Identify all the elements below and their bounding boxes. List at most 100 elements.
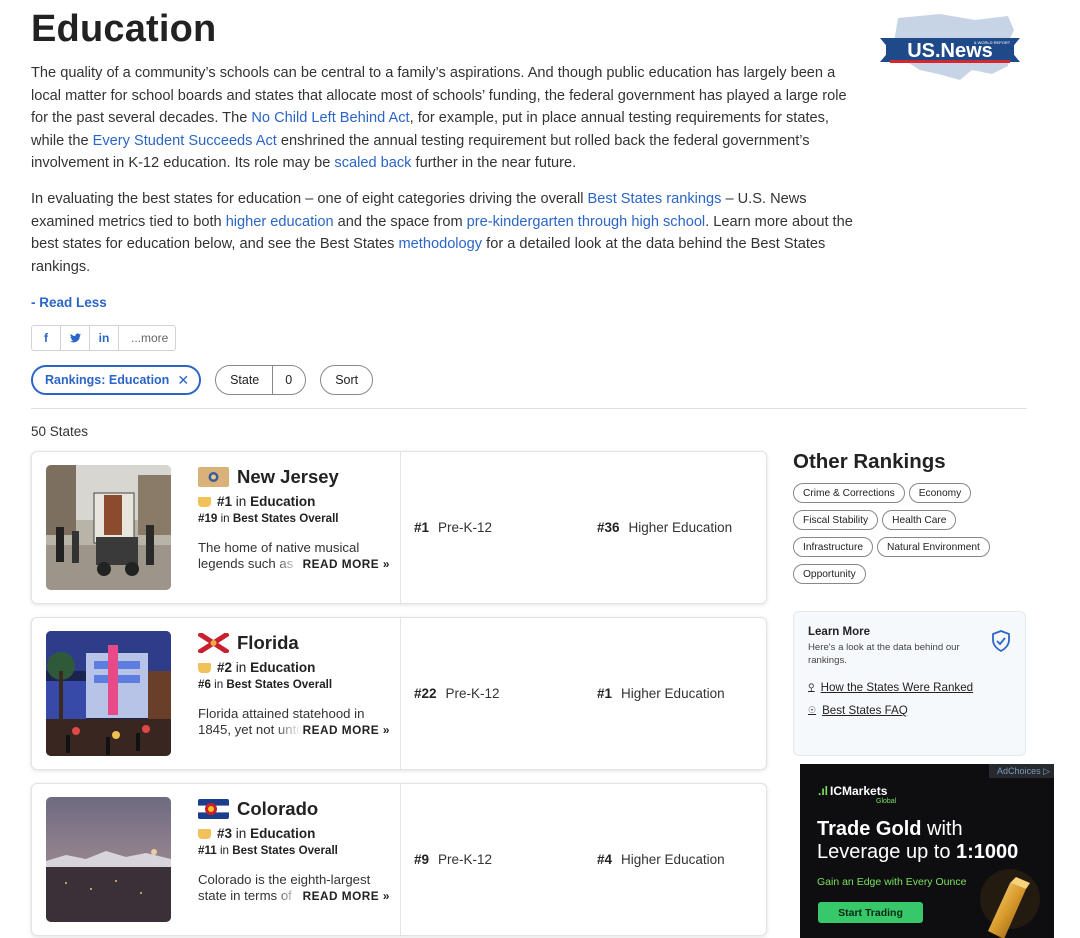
category-rank-value: #1	[217, 494, 233, 509]
category-rank: #3 in Education	[198, 826, 398, 841]
results-count: 50 States	[31, 424, 89, 439]
logo-subtext: & WORLD REPORT	[974, 40, 1011, 45]
read-more-link[interactable]: READ MORE »	[274, 888, 390, 904]
ad-brand-sub: Global	[876, 798, 897, 805]
overall-rank-value: #11	[198, 844, 217, 857]
overall-rank-value: #6	[198, 678, 211, 691]
state-photo[interactable]	[46, 631, 171, 756]
state-photo[interactable]	[46, 465, 171, 590]
inline-link[interactable]: pre-kindergarten through high school	[467, 214, 706, 230]
inline-link[interactable]: scaled back	[334, 155, 411, 171]
ad-brand-name: ICMarkets	[830, 784, 888, 798]
state-card-new-jersey[interactable]: New Jersey #1 in Education #19 in Best S…	[31, 451, 767, 604]
inline-link[interactable]: higher education	[226, 214, 334, 230]
share-bar: f in ...more	[31, 325, 177, 351]
overall-label: Best States Overall	[232, 844, 338, 857]
usnews-logo[interactable]: US.News & WORLD REPORT	[880, 8, 1020, 86]
state-filter-count: 0	[285, 373, 293, 387]
higher-ed-rank: #4 Higher Education	[597, 852, 725, 867]
close-icon[interactable]: ✕	[177, 372, 189, 389]
overall-rank: #11 in Best States Overall	[198, 844, 398, 857]
category-rank-value: #3	[217, 826, 233, 841]
new-jersey-flag-icon	[198, 467, 229, 487]
inline-link[interactable]: methodology	[399, 236, 483, 252]
card-divider	[400, 452, 401, 603]
tag-natural-environment[interactable]: Natural Environment	[877, 537, 990, 557]
rank-in-text: in	[214, 678, 224, 691]
tag-infrastructure[interactable]: Infrastructure	[793, 537, 874, 557]
state-card-colorado[interactable]: Colorado #3 in Education #11 in Best Sta…	[31, 783, 767, 936]
read-more-link[interactable]: READ MORE »	[274, 556, 390, 572]
colorado-flag-icon	[198, 799, 229, 819]
prek-label: Pre-K-12	[438, 852, 493, 867]
rankings-filter-chip[interactable]: Rankings: Education ✕	[31, 365, 202, 395]
brand-bars-icon: .ıl	[818, 784, 829, 798]
category-name: Education	[250, 660, 316, 675]
higher-rank-value: #36	[597, 520, 620, 535]
higher-label: Higher Education	[621, 852, 725, 867]
search-icon: ⚲	[808, 682, 815, 692]
how-states-ranked-label: How the States Were Ranked	[820, 681, 974, 694]
category-name: Education	[250, 494, 316, 509]
paragraph-text: and the space from	[333, 213, 467, 230]
tag-economy[interactable]: Economy	[908, 483, 972, 503]
rank-in-text: in	[235, 660, 247, 675]
intro-paragraph-2: In evaluating the best states for educat…	[31, 188, 861, 278]
category-rank-value: #2	[217, 660, 233, 675]
sort-button[interactable]: Sort	[320, 365, 374, 395]
paragraph-text: In evaluating the best states for educat…	[31, 190, 588, 207]
prek-rank: #1 Pre-K-12	[414, 520, 492, 535]
ad-tagline: Gain an Edge with Every Ounce	[817, 876, 967, 888]
inline-link[interactable]: Every Student Succeeds Act	[93, 133, 277, 149]
shield-check-icon	[991, 630, 1011, 653]
state-info: New Jersey #1 in Education #19 in Best S…	[198, 464, 398, 572]
tag-opportunity[interactable]: Opportunity	[793, 564, 866, 584]
share-more-button[interactable]: ...more	[119, 326, 175, 350]
state-filter-button[interactable]: State 0	[215, 365, 307, 395]
medal-icon	[198, 496, 211, 507]
tag-fiscal-stability[interactable]: Fiscal Stability	[793, 510, 879, 530]
state-blurb: The home of native musical legends such …	[198, 540, 390, 572]
prek-rank: #9 Pre-K-12	[414, 852, 492, 867]
tag-crime-corrections[interactable]: Crime & Corrections	[793, 483, 905, 503]
twitter-icon[interactable]	[61, 326, 90, 350]
state-name[interactable]: Florida	[237, 632, 299, 654]
prek-rank: #22 Pre-K-12	[414, 686, 500, 701]
rank-in-text: in	[235, 494, 247, 509]
prek-rank-value: #22	[414, 686, 437, 701]
rank-in-text: in	[219, 844, 229, 857]
prek-rank-value: #1	[414, 520, 430, 535]
overall-rank: #6 in Best States Overall	[198, 678, 398, 691]
state-photo[interactable]	[46, 797, 171, 922]
facebook-icon[interactable]: f	[32, 326, 61, 350]
read-more-link[interactable]: READ MORE »	[274, 722, 390, 738]
best-states-faq-label: Best States FAQ	[822, 704, 908, 717]
best-states-faq-link[interactable]: ☉ Best States FAQ	[808, 704, 1011, 717]
state-card-florida[interactable]: Florida #2 in Education #6 in Best State…	[31, 617, 767, 770]
advertisement[interactable]: AdChoices ▷ .ıl ICMarkets Global Trade Go…	[800, 764, 1054, 938]
start-trading-button[interactable]: Start Trading	[818, 902, 923, 923]
ad-headline-c: 1:1000	[956, 841, 1019, 863]
linkedin-icon[interactable]: in	[90, 326, 119, 350]
state-filter-label: State	[216, 366, 274, 394]
learn-more-title: Learn More	[808, 626, 870, 638]
inline-link[interactable]: Best States rankings	[588, 191, 722, 207]
inline-link[interactable]: No Child Left Behind Act	[251, 110, 409, 126]
ad-brand: .ıl ICMarkets	[818, 784, 887, 798]
overall-rank: #19 in Best States Overall	[198, 512, 398, 525]
prek-rank-value: #9	[414, 852, 430, 867]
higher-ed-rank: #36 Higher Education	[597, 520, 732, 535]
tag-health-care[interactable]: Health Care	[882, 510, 957, 530]
card-divider	[400, 784, 401, 935]
state-blurb: Florida attained statehood in 1845, yet …	[198, 706, 390, 738]
how-states-ranked-link[interactable]: ⚲ How the States Were Ranked	[808, 681, 1011, 694]
read-less-link[interactable]: - Read Less	[31, 295, 107, 310]
florida-flag-icon	[198, 633, 229, 653]
intro-text: The quality of a community’s schools can…	[31, 62, 861, 291]
state-name[interactable]: New Jersey	[237, 466, 339, 488]
state-name[interactable]: Colorado	[237, 798, 318, 820]
rank-in-text: in	[220, 512, 230, 525]
medal-icon	[198, 662, 211, 673]
rank-in-text: in	[235, 826, 247, 841]
adchoices-badge[interactable]: AdChoices ▷	[989, 764, 1054, 778]
